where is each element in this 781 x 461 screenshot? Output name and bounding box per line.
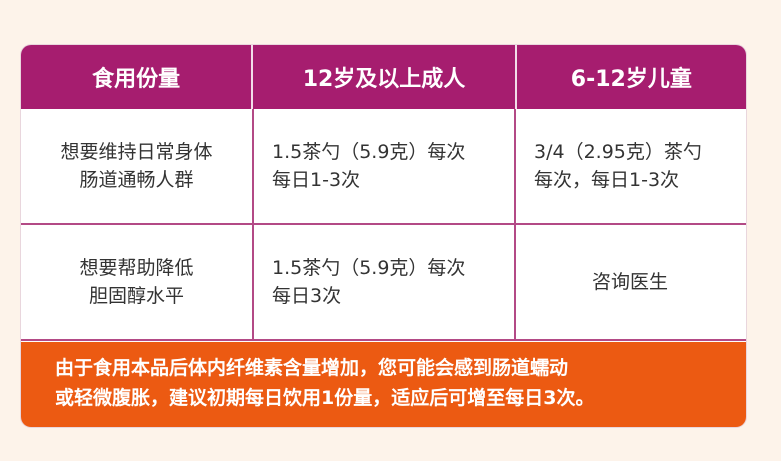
row-purpose-cell: 想要维持日常身体 肠道通畅人群 [21,109,252,223]
table-row: 想要维持日常身体 肠道通畅人群 1.5茶勺（5.9克）每次 每日1-3次 3/4… [21,109,746,225]
notice-line: 或轻微腹胀，建议初期每日饮用1份量，适应后可增至每日3次。 [55,387,595,409]
purpose-line: 想要帮助降低 [79,257,194,279]
adult-dosage-cell: 1.5茶勺（5.9克）每次 每日1-3次 [252,109,514,223]
purpose-line: 想要维持日常身体 [60,141,213,163]
table-row: 想要帮助降低 胆固醇水平 1.5茶勺（5.9克）每次 每日3次 咨询医生 [21,225,746,341]
purpose-line: 胆固醇水平 [88,285,184,307]
purpose-line: 肠道通畅人群 [79,169,194,191]
adult-dosage-line: 每日3次 [272,285,342,307]
adult-dosage-line: 每日1-3次 [272,169,361,191]
table-header-row: 食用份量 12岁及以上成人 6-12岁儿童 [21,45,746,109]
adult-dosage-line: 1.5茶勺（5.9克）每次 [272,257,466,279]
adult-dosage-line: 1.5茶勺（5.9克）每次 [272,141,466,163]
child-dosage-line: 每次，每日1-3次 [534,169,680,191]
child-dosage-line: 3/4（2.95克）茶勺 [534,141,702,163]
header-adult: 12岁及以上成人 [251,45,514,109]
child-dosage-cell: 咨询医生 [514,225,744,339]
child-dosage-line: 咨询医生 [591,271,668,293]
dosage-table-card: 食用份量 12岁及以上成人 6-12岁儿童 想要维持日常身体 肠道通畅人群 1.… [21,45,746,427]
notice-line: 由于食用本品后体内纤维素含量增加，您可能会感到肠道蠕动 [55,357,569,379]
row-purpose-cell: 想要帮助降低 胆固醇水平 [21,225,252,339]
notice-banner: 由于食用本品后体内纤维素含量增加，您可能会感到肠道蠕动 或轻微腹胀，建议初期每日… [21,342,746,427]
header-serving: 食用份量 [92,67,181,92]
child-dosage-cell: 3/4（2.95克）茶勺 每次，每日1-3次 [514,109,744,223]
header-child: 6-12岁儿童 [514,45,746,109]
adult-dosage-cell: 1.5茶勺（5.9克）每次 每日3次 [252,225,514,339]
